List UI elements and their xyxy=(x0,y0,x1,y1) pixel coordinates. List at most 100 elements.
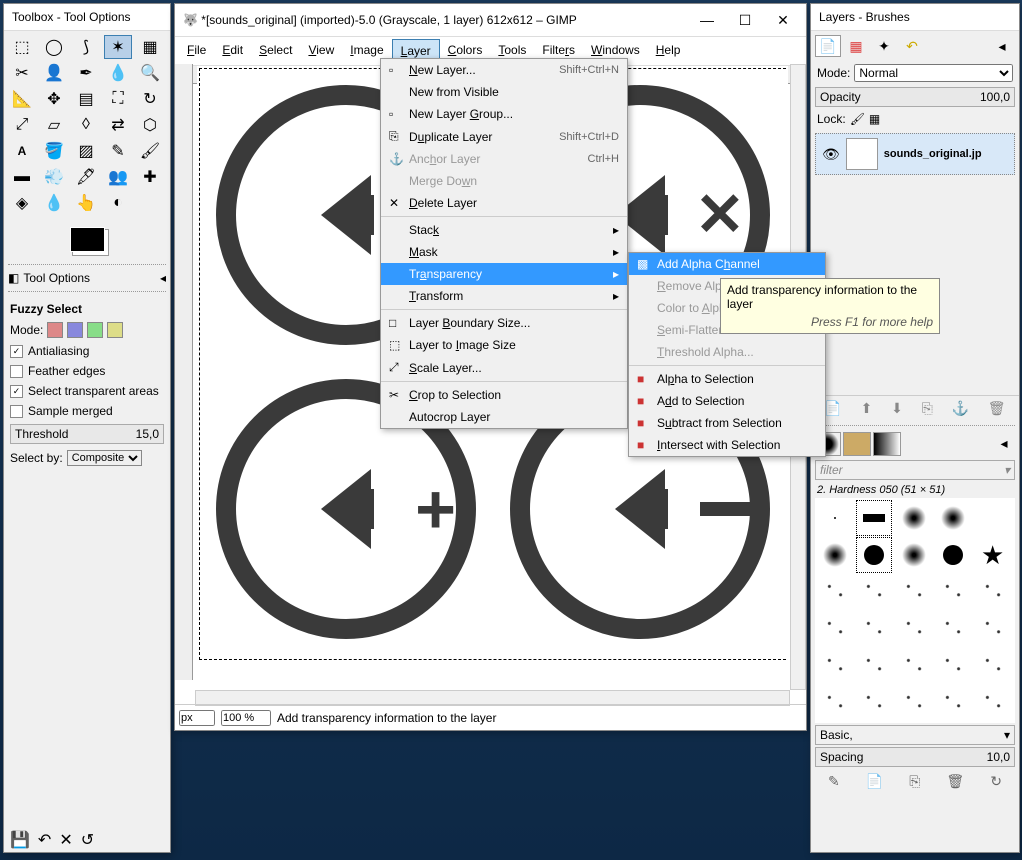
menu-delete-layer[interactable]: ✕Delete Layer xyxy=(381,192,627,214)
anchor-layer-icon[interactable]: ⚓ xyxy=(952,400,969,417)
foreground-tool[interactable]: 👤 xyxy=(40,61,68,85)
ink-tool[interactable]: 🖋 xyxy=(72,165,100,189)
zoom-tool[interactable]: 🔍 xyxy=(136,61,164,85)
brush-item[interactable] xyxy=(975,685,1011,721)
brush-item[interactable] xyxy=(896,537,932,573)
crop-tool[interactable]: ⛶ xyxy=(104,87,132,111)
layer-name[interactable]: sounds_original.jp xyxy=(884,148,982,160)
scissors-tool[interactable]: ✂ xyxy=(8,61,36,85)
perspective-tool[interactable]: ◊ xyxy=(72,113,100,137)
new-brush-icon[interactable]: 📄 xyxy=(866,773,883,790)
menu-stack[interactable]: Stack▸ xyxy=(381,219,627,241)
delete-brush-icon[interactable]: 🗑 xyxy=(946,773,964,790)
menu-layer-image-size[interactable]: ⬚Layer to Image Size xyxy=(381,334,627,356)
brush-item[interactable] xyxy=(856,685,892,721)
menu-transform[interactable]: Transform▸ xyxy=(381,285,627,307)
brush-item[interactable] xyxy=(817,574,853,610)
delete-options-icon[interactable]: ✕ xyxy=(59,830,72,850)
tab-menu-icon[interactable]: ◂ xyxy=(989,35,1015,57)
menu-transparency[interactable]: Transparency▸ xyxy=(381,263,627,285)
pencil-tool[interactable]: ✎ xyxy=(104,139,132,163)
brush-item[interactable] xyxy=(856,574,892,610)
ellipse-select-tool[interactable]: ◯ xyxy=(40,35,68,59)
menu-new-from-visible[interactable]: New from Visible xyxy=(381,81,627,103)
airbrush-tool[interactable]: 💨 xyxy=(40,165,68,189)
brush-item[interactable] xyxy=(896,648,932,684)
heal-tool[interactable]: ✚ xyxy=(136,165,164,189)
sample-merged-check[interactable]: Sample merged xyxy=(10,404,164,418)
raise-layer-icon[interactable]: ⬆ xyxy=(861,400,873,417)
menu-scale-layer[interactable]: ⤢Scale Layer... xyxy=(381,356,627,379)
lower-layer-icon[interactable]: ⬇ xyxy=(891,400,903,417)
brush-item[interactable] xyxy=(896,500,932,536)
brush-item[interactable] xyxy=(935,574,971,610)
brush-item[interactable] xyxy=(935,685,971,721)
brush-item[interactable] xyxy=(817,611,853,647)
duplicate-layer-icon[interactable]: ⎘ xyxy=(922,400,933,417)
lock-pixels-icon[interactable]: 🖌 xyxy=(850,112,865,126)
reset-options-icon[interactable]: ↺ xyxy=(81,830,94,850)
bucket-tool[interactable]: 🪣 xyxy=(40,139,68,163)
eraser-tool[interactable]: ▬ xyxy=(8,165,36,189)
rect-select-tool[interactable]: ⬚ xyxy=(8,35,36,59)
measure-tool[interactable]: 📐 xyxy=(8,87,36,111)
move-tool[interactable]: ✥ xyxy=(40,87,68,111)
flip-tool[interactable]: ⇄ xyxy=(104,113,132,137)
spacing-input[interactable]: Spacing 10,0 xyxy=(815,747,1015,767)
brush-item[interactable]: ★ xyxy=(975,537,1011,573)
menu-crop-selection[interactable]: ✂Crop to Selection xyxy=(381,384,627,406)
brush-item[interactable] xyxy=(896,574,932,610)
duplicate-brush-icon[interactable]: ⎘ xyxy=(909,773,920,790)
clone-tool[interactable]: 👥 xyxy=(104,165,132,189)
edit-brush-icon[interactable]: ✎ xyxy=(828,773,840,790)
menu-add-alpha[interactable]: ▩Add Alpha Channel xyxy=(629,253,825,275)
brush-item[interactable] xyxy=(856,648,892,684)
rotate-tool[interactable]: ↻ xyxy=(136,87,164,111)
scale-tool[interactable]: ⤢ xyxy=(8,113,36,137)
brush-item[interactable] xyxy=(975,611,1011,647)
blend-tool[interactable]: ▨ xyxy=(72,139,100,163)
restore-options-icon[interactable]: ↶ xyxy=(38,830,51,850)
select-by-select[interactable]: Composite xyxy=(67,450,142,466)
menu-subtract-selection[interactable]: ■Subtract from Selection xyxy=(629,412,825,434)
paths-tool[interactable]: ✒ xyxy=(72,61,100,85)
visibility-icon[interactable]: 👁 xyxy=(822,146,840,163)
menu-boundary-size[interactable]: □Layer Boundary Size... xyxy=(381,312,627,334)
main-titlebar[interactable]: 🐺 *[sounds_original] (imported)-5.0 (Gra… xyxy=(175,4,806,37)
layers-titlebar[interactable]: Layers - Brushes xyxy=(811,4,1019,31)
undo-tab[interactable]: ↶ xyxy=(899,35,925,57)
layer-item[interactable]: 👁 sounds_original.jp xyxy=(815,133,1015,175)
cage-tool[interactable]: ⬡ xyxy=(136,113,164,137)
perspective-clone-tool[interactable]: ◈ xyxy=(8,191,36,215)
brush-item[interactable] xyxy=(856,500,892,536)
brush-item[interactable] xyxy=(856,611,892,647)
brush-item[interactable] xyxy=(817,500,853,536)
menu-alpha-to-selection[interactable]: ■Alpha to Selection xyxy=(629,368,825,390)
feather-edges-check[interactable]: Feather edges xyxy=(10,364,164,378)
gradients-tab[interactable] xyxy=(873,432,901,456)
patterns-tab[interactable] xyxy=(843,432,871,456)
text-tool[interactable]: A xyxy=(8,139,36,163)
menu-new-layer[interactable]: ▫New Layer...Shift+Ctrl+N xyxy=(381,59,627,81)
mode-replace[interactable] xyxy=(47,322,63,338)
channels-tab[interactable]: ▦ xyxy=(843,35,869,57)
delete-layer-icon[interactable]: 🗑 xyxy=(988,400,1006,417)
shear-tool[interactable]: ▱ xyxy=(40,113,68,137)
menu-intersect-selection[interactable]: ■Intersect with Selection xyxy=(629,434,825,456)
brush-item[interactable] xyxy=(935,648,971,684)
color-picker-tool[interactable]: 💧 xyxy=(104,61,132,85)
brush-item[interactable] xyxy=(975,500,1011,536)
lock-alpha-icon[interactable]: ▦ xyxy=(869,112,880,126)
select-transparent-check[interactable]: ✓Select transparent areas xyxy=(10,384,164,398)
brush-item[interactable] xyxy=(935,537,971,573)
unit-select[interactable] xyxy=(179,710,215,726)
maximize-button[interactable]: ☐ xyxy=(730,10,760,30)
menu-edit[interactable]: Edit xyxy=(214,39,251,63)
menu-duplicate-layer[interactable]: ⎘Duplicate LayerShift+Ctrl+D xyxy=(381,125,627,148)
brush-item[interactable] xyxy=(817,537,853,573)
antialiasing-check[interactable]: ✓Antialiasing xyxy=(10,344,164,358)
layers-tab[interactable]: 📄 xyxy=(815,35,841,57)
brush-item[interactable] xyxy=(856,537,892,573)
brush-item[interactable] xyxy=(817,685,853,721)
brush-item[interactable] xyxy=(975,574,1011,610)
